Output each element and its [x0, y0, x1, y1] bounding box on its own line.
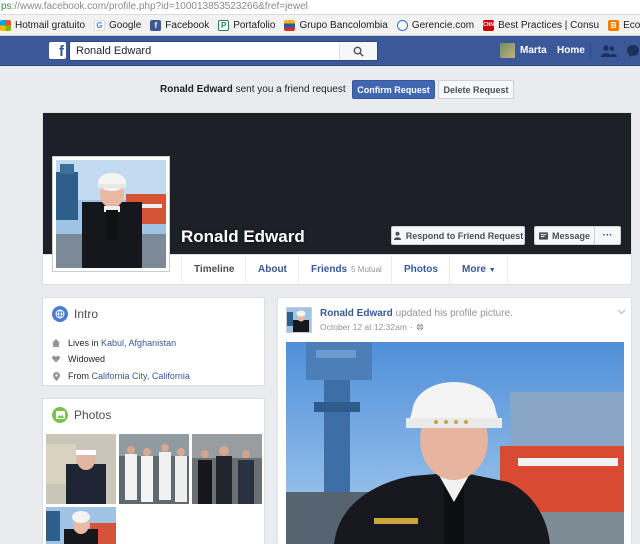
address-bar[interactable]: ps://www.facebook.com/profile.php?id=100…	[0, 0, 640, 15]
tab-about[interactable]: About	[258, 264, 287, 275]
bancolombia-icon	[284, 19, 296, 31]
cnn-icon: CNN	[483, 19, 495, 31]
intro-from: From California City, California	[52, 371, 190, 381]
user-avatar[interactable]	[500, 43, 515, 58]
bookmark-google[interactable]: G Google	[94, 19, 141, 31]
photos-card: Photos	[42, 398, 265, 544]
tab-friends[interactable]: Friends 5 Mutual	[311, 264, 382, 275]
photo-thumbnail[interactable]	[119, 434, 189, 504]
intro-lives-in: Lives in Kabul, Afghanistan	[52, 338, 176, 348]
location-pin-icon	[52, 371, 60, 381]
intro-relationship: Widowed	[52, 354, 105, 364]
photos-icon	[52, 407, 68, 423]
heart-icon	[52, 355, 60, 363]
intro-header: Intro	[52, 306, 98, 322]
url-scheme: ps	[1, 1, 12, 12]
search-input[interactable]	[70, 42, 340, 60]
person-icon	[393, 231, 401, 240]
post-options-chevron-icon[interactable]	[617, 306, 626, 318]
tab-separator	[298, 256, 299, 285]
mutual-friends-count: 5 Mutual	[351, 265, 382, 274]
tab-more[interactable]: More ▼	[462, 264, 496, 275]
globe-icon	[52, 306, 68, 322]
photo-thumbnail[interactable]	[46, 507, 116, 544]
post-author-avatar[interactable]	[286, 307, 312, 333]
home-icon	[52, 339, 60, 347]
caret-down-icon: ▼	[488, 267, 496, 274]
profile-picture[interactable]	[52, 156, 170, 272]
messages-icon[interactable]	[626, 44, 640, 61]
search-box[interactable]	[69, 41, 378, 61]
tab-separator	[507, 256, 508, 285]
post-headline: Ronald Edward updated his profile pictur…	[320, 308, 513, 319]
intro-card: Intro Lives in Kabul, Afghanistan Widowe…	[42, 297, 265, 386]
post-author-link[interactable]: Ronald Edward	[320, 308, 393, 319]
photo-thumbnail[interactable]	[46, 434, 116, 504]
friend-request-text: Ronald Edward sent you a friend request	[160, 84, 346, 95]
friend-requests-icon[interactable]	[601, 45, 617, 60]
respond-friend-request-button[interactable]: Respond to Friend Request	[391, 226, 525, 245]
bookmark-economia-excel[interactable]: B Economia Excel	[608, 19, 640, 31]
bookmark-best-practices[interactable]: CNN Best Practices | Consu	[483, 19, 599, 31]
message-icon	[538, 231, 548, 240]
p-icon: P	[218, 19, 230, 31]
nav-user-name[interactable]: Marta	[520, 45, 547, 56]
post-photo[interactable]	[286, 342, 624, 544]
photos-header: Photos	[52, 407, 111, 423]
tab-separator	[245, 256, 246, 285]
search-button[interactable]	[339, 42, 377, 60]
confirm-request-button[interactable]: Confirm Request	[352, 80, 435, 99]
bookmark-gerencie[interactable]: Gerencie.com	[396, 19, 474, 31]
tab-separator	[181, 256, 182, 285]
more-options-button[interactable]: ···	[595, 226, 621, 245]
profile-photo	[56, 160, 166, 268]
post-meta: October 12 at 12:32am ·	[320, 322, 424, 332]
bookmark-portafolio[interactable]: P Portafolio	[218, 19, 275, 31]
search-icon	[353, 46, 364, 57]
nav-home-link[interactable]: Home	[557, 45, 585, 56]
nav-divider	[590, 42, 591, 58]
post-card: Ronald Edward updated his profile pictur…	[277, 297, 632, 544]
delete-request-button[interactable]: Delete Request	[438, 80, 514, 99]
gerencie-icon	[396, 19, 408, 31]
google-icon: G	[94, 19, 106, 31]
facebook-logo-icon[interactable]: f	[49, 42, 66, 59]
tab-photos[interactable]: Photos	[404, 264, 438, 275]
post-timestamp[interactable]: October 12 at 12:32am	[320, 322, 407, 332]
globe-icon	[416, 323, 424, 331]
windows-icon	[0, 19, 11, 31]
profile-name: Ronald Edward	[181, 227, 305, 246]
bookmarks-bar: Hotmail gratuito G Google f Facebook P P…	[0, 15, 640, 36]
photo-thumbnail[interactable]	[192, 434, 262, 504]
message-button[interactable]: Message	[534, 226, 595, 245]
tab-timeline[interactable]: Timeline	[194, 264, 234, 275]
bookmark-hotmail[interactable]: Hotmail gratuito	[0, 19, 85, 31]
bookmark-bancolombia[interactable]: Grupo Bancolombia	[284, 19, 388, 31]
hometown-link[interactable]: California City, California	[92, 371, 190, 381]
tab-separator	[391, 256, 392, 285]
lives-in-link[interactable]: Kabul, Afghanistan	[101, 338, 176, 348]
tab-separator	[449, 256, 450, 285]
bookmark-facebook[interactable]: f Facebook	[150, 19, 209, 31]
url-text: ://www.facebook.com/profile.php?id=10001…	[11, 1, 308, 12]
request-sender[interactable]: Ronald Edward	[160, 84, 233, 95]
facebook-icon: f	[150, 19, 162, 31]
blogger-icon: B	[608, 19, 620, 31]
